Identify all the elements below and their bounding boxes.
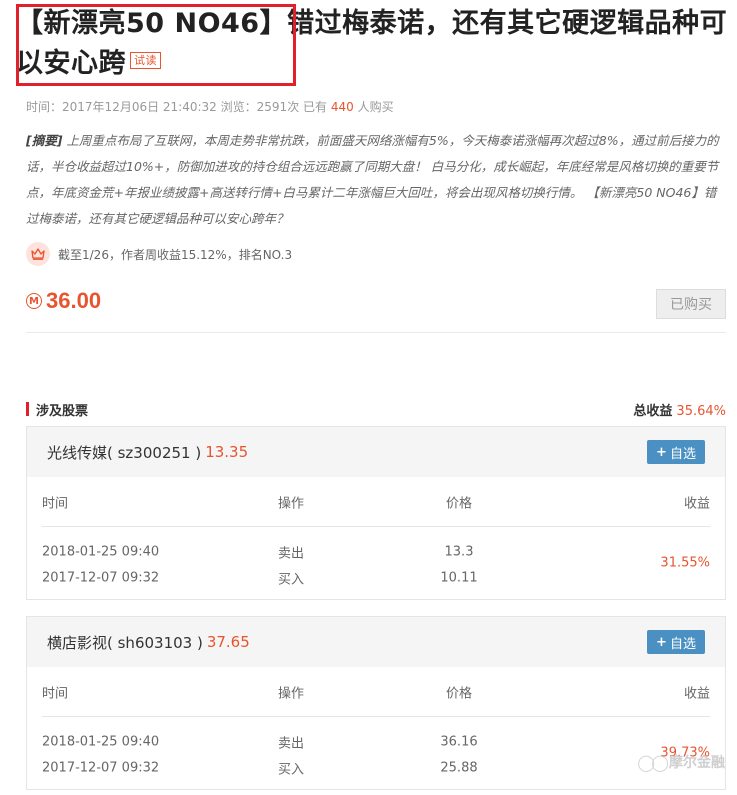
meta-bought-suffix: 人购买 xyxy=(357,100,394,114)
header-op: 操作 xyxy=(278,496,305,511)
trade-time: 2018-01-25 09:40 xyxy=(42,734,160,750)
watermark-text: 摩尔金融 xyxy=(669,755,725,771)
watermark-logo-icon: ◯◯ xyxy=(637,752,669,772)
stocks-section-header: 涉及股票 总收益 35.64% xyxy=(26,400,726,419)
article-price: 36.00 xyxy=(46,288,102,313)
trade-op: 卖出 xyxy=(278,546,305,562)
stock-card-header: 光线传媒( sz300251 ) 13.35 + 自选 xyxy=(27,427,725,477)
add-watchlist-button[interactable]: + 自选 xyxy=(647,440,705,464)
section-accent-bar xyxy=(26,402,29,416)
trade-table-header: 时间 操作 价格 收益 xyxy=(42,667,710,717)
trade-table-header: 时间 操作 价格 收益 xyxy=(42,477,710,527)
price-row: M 36.00 已购买 xyxy=(26,285,726,319)
author-rank: 截至1/26，作者周收益15.12%，排名NO.3 xyxy=(26,242,292,266)
stock-price: 13.35 xyxy=(205,443,249,461)
rank-text: 截至1/26，作者周收益15.12%，排名NO.3 xyxy=(58,247,293,262)
trade-profit: 31.55% xyxy=(660,555,710,571)
article-summary: [摘要] 上周重点布局了互联网，本周走势非常抗跌，前面盛天网络涨幅有5%，今天梅… xyxy=(26,128,726,232)
trade-price: 25.88 xyxy=(440,760,478,776)
stock-name[interactable]: 光线传媒( sz300251 ) xyxy=(47,442,201,463)
plus-icon: + xyxy=(656,444,667,460)
trade-op: 买入 xyxy=(278,572,305,588)
title-highlight-box xyxy=(16,4,296,86)
plus-icon: + xyxy=(656,634,667,650)
table-row: 2018-01-25 09:40 卖出 13.3 xyxy=(42,539,710,565)
trade-time: 2017-12-07 09:32 xyxy=(42,760,160,776)
meta-time: 2017年12月06日 21:40:32 xyxy=(62,100,217,114)
trade-op: 买入 xyxy=(278,762,305,778)
header-time: 时间 xyxy=(42,686,69,701)
trade-price: 10.11 xyxy=(440,570,478,586)
trade-price: 13.3 xyxy=(444,544,474,560)
table-row: 2018-01-25 09:40 卖出 36.16 xyxy=(42,729,710,755)
add-watchlist-label: 自选 xyxy=(669,636,696,652)
summary-tag: [摘要] xyxy=(26,133,63,148)
coin-icon: M xyxy=(26,293,42,309)
meta-bought-prefix: 已有 xyxy=(303,100,328,114)
meta-time-label: 时间： xyxy=(26,100,63,114)
total-profit: 总收益 35.64% xyxy=(633,400,726,419)
divider xyxy=(26,332,726,333)
trade-op: 卖出 xyxy=(278,736,305,752)
summary-text: 上周重点布局了互联网，本周走势非常抗跌，前面盛天网络涨幅有5%，今天梅泰诺涨幅再… xyxy=(26,133,719,226)
add-watchlist-button[interactable]: + 自选 xyxy=(647,630,705,654)
trade-time: 2018-01-25 09:40 xyxy=(42,544,160,560)
table-row: 2017-12-07 09:32 买入 25.88 xyxy=(42,755,710,781)
article-meta: 时间：2017年12月06日 21:40:32 浏览：2591次 已有 440 … xyxy=(26,98,394,115)
total-profit-value: 35.64% xyxy=(676,403,726,419)
meta-views: 2591次 xyxy=(256,100,300,114)
trade-price: 36.16 xyxy=(440,734,478,750)
stock-card-header: 横店影视( sh603103 ) 37.65 + 自选 xyxy=(27,617,725,667)
meta-bought-count: 440 xyxy=(330,100,354,114)
section-title: 涉及股票 xyxy=(36,403,89,419)
crown-icon xyxy=(26,242,50,266)
header-profit: 收益 xyxy=(683,686,710,701)
trade-table-body: 2018-01-25 09:40 卖出 36.16 2017-12-07 09:… xyxy=(42,717,710,789)
stock-price: 37.65 xyxy=(206,633,250,651)
header-profit: 收益 xyxy=(683,496,710,511)
meta-views-label: 浏览： xyxy=(220,100,257,114)
header-price: 价格 xyxy=(445,686,472,701)
article-header: 【新漂亮50 NO46】错过梅泰诺，还有其它硬逻辑品种可以安心跨 试读 xyxy=(16,4,728,86)
header-op: 操作 xyxy=(278,686,305,701)
header-time: 时间 xyxy=(42,496,69,511)
stock-name[interactable]: 横店影视( sh603103 ) xyxy=(47,632,203,653)
trial-badge[interactable]: 试读 xyxy=(130,52,161,69)
bought-button[interactable]: 已购买 xyxy=(656,289,726,319)
trade-table-body: 2018-01-25 09:40 卖出 13.3 2017-12-07 09:3… xyxy=(42,527,710,599)
watermark: ◯◯ 摩尔金融 xyxy=(637,752,725,772)
total-profit-label: 总收益 xyxy=(633,403,673,419)
trade-time: 2017-12-07 09:32 xyxy=(42,570,160,586)
header-price: 价格 xyxy=(445,496,472,511)
stock-card: 横店影视( sh603103 ) 37.65 + 自选 时间 操作 价格 收益 2… xyxy=(26,616,726,790)
table-row: 2017-12-07 09:32 买入 10.11 xyxy=(42,565,710,591)
add-watchlist-label: 自选 xyxy=(669,446,696,462)
stock-card: 光线传媒( sz300251 ) 13.35 + 自选 时间 操作 价格 收益 2… xyxy=(26,426,726,600)
